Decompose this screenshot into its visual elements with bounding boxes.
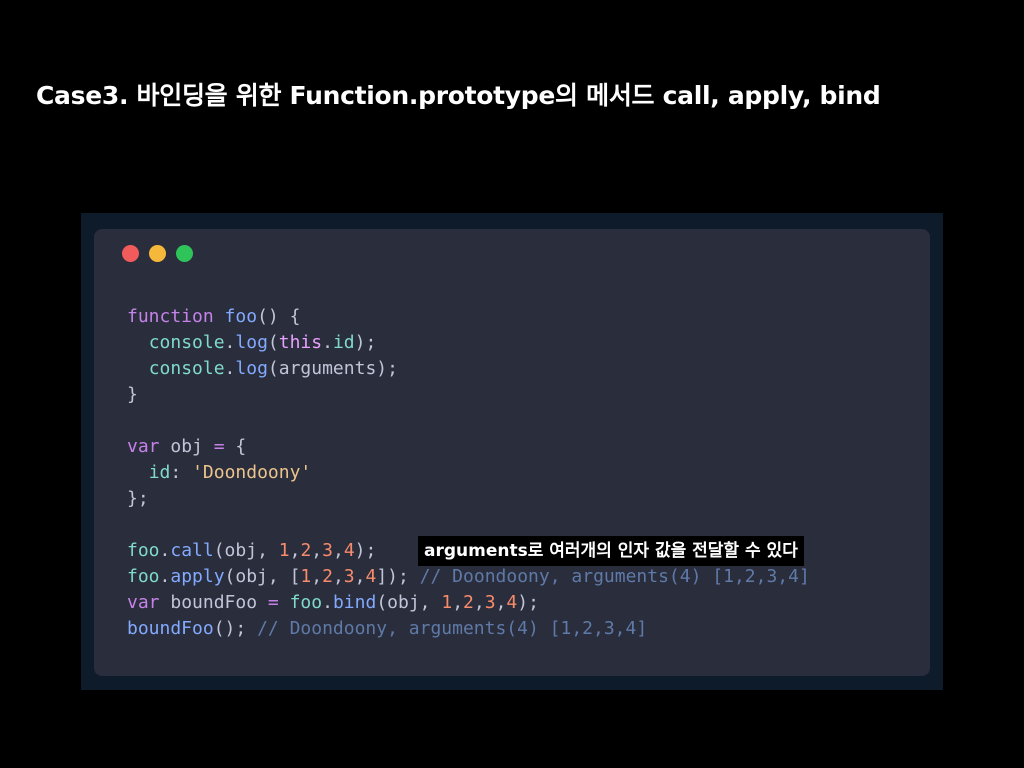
code-token: (obj, [ bbox=[224, 566, 301, 587]
code-token: 1 bbox=[441, 592, 453, 613]
code-token: obj bbox=[170, 436, 214, 457]
code-token: , bbox=[311, 540, 323, 561]
code-token: (obj, bbox=[213, 540, 279, 561]
code-token: 3 bbox=[343, 566, 355, 587]
window-controls bbox=[122, 245, 193, 262]
code-token: = bbox=[267, 592, 290, 613]
maximize-button[interactable] bbox=[176, 245, 193, 262]
code-token: console bbox=[148, 358, 225, 379]
code-token: 2 bbox=[322, 566, 333, 587]
code-line: console.log(arguments); bbox=[127, 356, 810, 382]
annotation-label: arguments로 여러개의 인자 값을 전달할 수 있다 bbox=[418, 536, 804, 566]
code-token: // Doondoony, arguments(4) [1,2,3,4] bbox=[419, 566, 810, 587]
code-token: id bbox=[148, 462, 171, 483]
code-token: : bbox=[170, 462, 193, 483]
code-token: } bbox=[127, 384, 138, 405]
code-token: { bbox=[235, 436, 247, 457]
code-token: 1 bbox=[278, 540, 290, 561]
code-token: 2 bbox=[300, 540, 312, 561]
code-token: (obj, bbox=[376, 592, 442, 613]
code-line: boundFoo(); // Doondoony, arguments(4) [… bbox=[127, 616, 810, 642]
code-line: id: 'Doondoony' bbox=[127, 460, 810, 486]
code-token: apply bbox=[170, 566, 225, 587]
code-token: , bbox=[354, 566, 366, 587]
slide-title: Case3. 바인딩을 위한 Function.prototype의 메서드 c… bbox=[36, 81, 881, 110]
code-token: , bbox=[311, 566, 323, 587]
code-token: var bbox=[127, 592, 171, 613]
code-line: var boundFoo = foo.bind(obj, 1,2,3,4); bbox=[127, 590, 810, 616]
code-token: = bbox=[213, 436, 236, 457]
code-line: foo.apply(obj, [1,2,3,4]); // Doondoony,… bbox=[127, 564, 810, 590]
minimize-button[interactable] bbox=[149, 245, 166, 262]
code-token: ); bbox=[517, 592, 539, 613]
code-token: 2 bbox=[463, 592, 474, 613]
code-token: call bbox=[170, 540, 214, 561]
slide: Case3. 바인딩을 위한 Function.prototype의 메서드 c… bbox=[0, 0, 1024, 768]
code-token: 3 bbox=[484, 592, 496, 613]
code-token: }; bbox=[127, 488, 149, 509]
code-token: (); bbox=[213, 618, 258, 639]
code-token: ); bbox=[354, 540, 377, 561]
code-token: foo bbox=[127, 566, 160, 587]
code-token: , bbox=[289, 540, 301, 561]
code-token: foo bbox=[127, 540, 160, 561]
code-token: this bbox=[278, 332, 323, 353]
code-token: . bbox=[224, 332, 236, 353]
code-token: 'Doondoony' bbox=[192, 462, 312, 483]
code-token: log bbox=[235, 332, 268, 353]
code-token: 1 bbox=[300, 566, 312, 587]
code-token: 4 bbox=[343, 540, 355, 561]
code-token: , bbox=[473, 592, 485, 613]
code-token: var bbox=[127, 436, 171, 457]
code-token: console bbox=[148, 332, 225, 353]
code-line: console.log(this.id); bbox=[127, 330, 810, 356]
code-line: } bbox=[127, 382, 810, 408]
code-token: boundFoo bbox=[127, 618, 214, 639]
code-token: boundFoo bbox=[170, 592, 268, 613]
code-token: . bbox=[322, 592, 333, 613]
code-token: 3 bbox=[322, 540, 333, 561]
code-token: ( bbox=[267, 332, 279, 353]
code-token: foo bbox=[224, 306, 258, 327]
code-token: foo bbox=[289, 592, 323, 613]
close-button[interactable] bbox=[122, 245, 139, 262]
code-token: ); bbox=[354, 332, 377, 353]
code-token: () { bbox=[257, 306, 301, 327]
code-token: 4 bbox=[506, 592, 518, 613]
code-token: , bbox=[495, 592, 507, 613]
code-line: var obj = { bbox=[127, 434, 810, 460]
code-token: , bbox=[332, 566, 344, 587]
code-token: . bbox=[159, 566, 171, 587]
code-token: bind bbox=[332, 592, 377, 613]
code-token: , bbox=[332, 540, 344, 561]
code-token: . bbox=[322, 332, 333, 353]
code-token: id bbox=[332, 332, 355, 353]
code-token: function bbox=[127, 306, 225, 327]
code-token: . bbox=[224, 358, 236, 379]
code-token: log bbox=[235, 358, 268, 379]
code-token: , bbox=[452, 592, 464, 613]
code-token: (arguments); bbox=[267, 358, 398, 379]
code-line: }; bbox=[127, 486, 810, 512]
code-line: function foo() { bbox=[127, 304, 810, 330]
code-token: ]); bbox=[376, 566, 420, 587]
code-token: 4 bbox=[365, 566, 377, 587]
code-block: function foo() { console.log(this.id); c… bbox=[127, 304, 810, 642]
code-token: . bbox=[159, 540, 171, 561]
code-token: // Doondoony, arguments(4) [1,2,3,4] bbox=[257, 618, 648, 639]
